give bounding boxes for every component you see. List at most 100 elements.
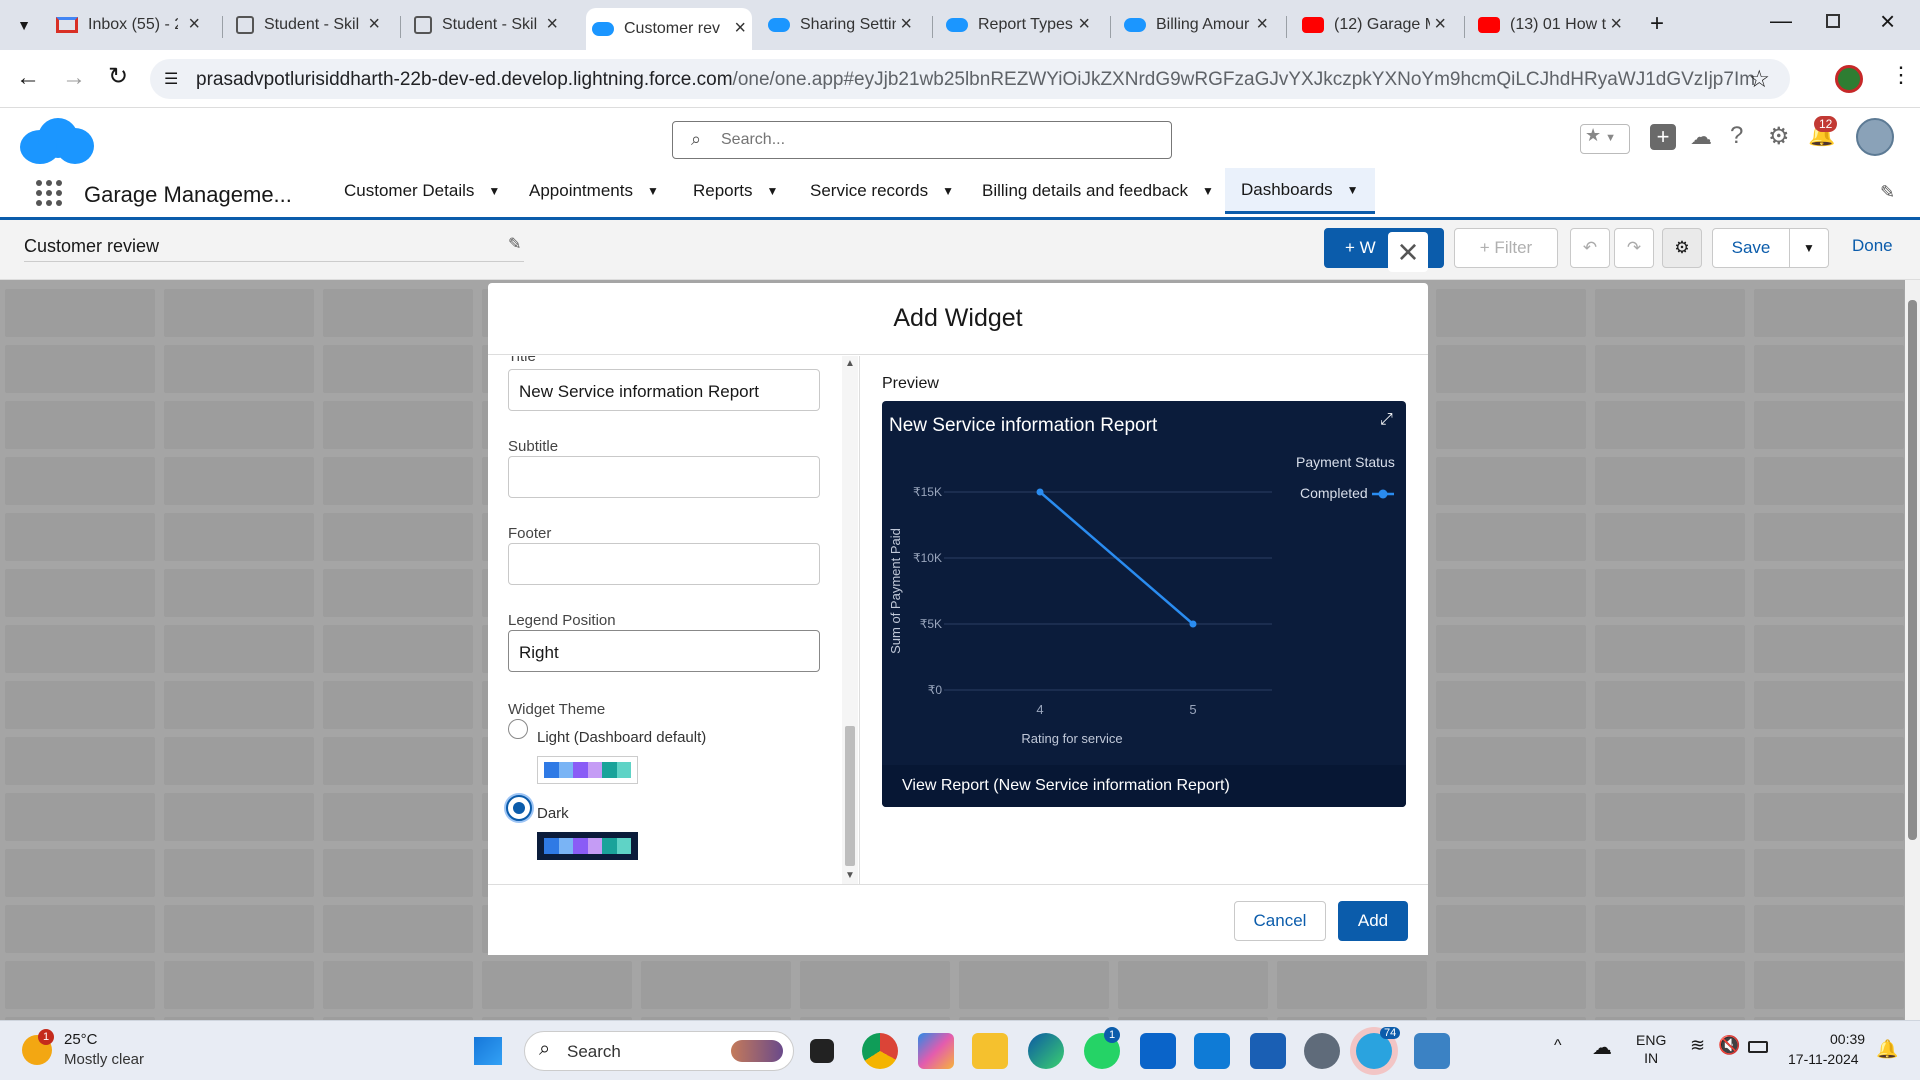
add-filter-button[interactable]: + Filter (1454, 228, 1558, 268)
close-icon[interactable]: × (1078, 13, 1090, 36)
edit-title-icon[interactable]: ✎ (508, 234, 521, 254)
window-close-icon[interactable]: × (1880, 6, 1895, 37)
undo-button[interactable]: ↶ (1570, 228, 1610, 268)
close-icon[interactable]: × (1256, 13, 1268, 36)
profile-avatar[interactable] (1835, 65, 1863, 93)
page-scrollbar[interactable] (1905, 280, 1920, 1020)
nav-appointments[interactable]: Appointments ▼ (529, 168, 659, 214)
theme-light-label[interactable]: Light (Dashboard default) (537, 729, 706, 746)
add-button[interactable]: Add (1338, 901, 1408, 941)
title-input[interactable]: New Service information Report (508, 369, 820, 411)
browser-tab[interactable]: Billing Amour × (1124, 8, 1274, 42)
close-icon[interactable]: × (734, 17, 746, 40)
browser-tab[interactable]: Student - Skil × (414, 8, 564, 42)
theme-light-radio[interactable] (508, 719, 528, 739)
save-button[interactable]: Save (1712, 228, 1790, 268)
nav-customer-details[interactable]: Customer Details ▼ (344, 168, 500, 214)
close-icon[interactable]: × (188, 13, 200, 36)
global-search-input[interactable]: ⌕ Search... (672, 121, 1172, 159)
browser-tab[interactable]: Student - Skil × (236, 8, 386, 42)
new-tab-button[interactable]: + (1650, 10, 1664, 38)
favorites-button[interactable]: ★ ▼ (1580, 124, 1630, 154)
site-info-icon[interactable]: ☰ (164, 69, 178, 89)
view-report-link[interactable]: View Report (New Service information Rep… (882, 765, 1406, 807)
browser-tab[interactable]: (13) 01 How t × (1478, 8, 1628, 42)
minimize-icon[interactable]: — (1770, 8, 1792, 34)
restore-icon[interactable] (1826, 14, 1840, 28)
chrome-icon[interactable] (862, 1033, 898, 1069)
onedrive-icon[interactable]: ☁ (1592, 1035, 1612, 1060)
browser-tab-active[interactable]: Customer rev × (586, 8, 752, 50)
battery-icon[interactable] (1748, 1041, 1768, 1053)
user-avatar[interactable] (1856, 118, 1894, 156)
browser-tab[interactable]: Inbox (55) - 2 × (56, 8, 206, 42)
nav-billing-details[interactable]: Billing details and feedback ▼ (982, 168, 1214, 214)
nav-reports[interactable]: Reports ▼ (693, 168, 778, 214)
app-launcher-icon[interactable] (36, 180, 62, 206)
file-explorer-icon[interactable] (972, 1033, 1008, 1069)
close-icon[interactable]: × (900, 13, 912, 36)
chevron-down-icon[interactable]: ▼ (1347, 183, 1359, 197)
browser-tab[interactable]: (12) Garage M × (1302, 8, 1452, 42)
browser-tab[interactable]: Sharing Settin × (768, 8, 918, 42)
chevron-down-icon[interactable]: ▼ (647, 184, 659, 198)
weather-desc[interactable]: Mostly clear (64, 1051, 144, 1068)
edge-icon[interactable] (1028, 1033, 1064, 1069)
wifi-icon[interactable]: ≋ (1690, 1035, 1705, 1056)
app-icon[interactable] (1194, 1033, 1230, 1069)
close-icon[interactable]: × (1610, 13, 1622, 36)
chevron-down-icon[interactable]: ▼ (767, 184, 779, 198)
nav-service-records[interactable]: Service records ▼ (810, 168, 954, 214)
chevron-up-icon[interactable]: ^ (1554, 1037, 1562, 1055)
start-icon[interactable] (474, 1037, 502, 1065)
taskbar-search[interactable]: ⌕ Search (524, 1031, 794, 1071)
setup-gear-icon[interactable]: ⚙ (1768, 122, 1790, 151)
legend-position-select[interactable]: Right (508, 630, 820, 672)
chevron-down-icon[interactable]: ▼ (488, 184, 500, 198)
notification-center-icon[interactable]: 🔔 (1876, 1039, 1898, 1060)
chevron-down-icon[interactable]: ▼ (942, 184, 954, 198)
forward-icon[interactable]: → (62, 64, 86, 92)
theme-dark-radio[interactable] (506, 795, 532, 821)
clock-time[interactable]: 00:39 (1830, 1031, 1865, 1047)
outlook-icon[interactable] (1140, 1033, 1176, 1069)
edit-nav-icon[interactable]: ✎ (1880, 182, 1895, 203)
save-menu-button[interactable]: ▼ (1789, 228, 1829, 268)
properties-button[interactable]: ⚙ (1662, 228, 1702, 268)
theme-dark-swatch[interactable] (537, 832, 638, 860)
reload-icon[interactable]: ↻ (108, 62, 128, 91)
browser-menu-icon[interactable]: ⋮ (1890, 62, 1912, 88)
subtitle-input[interactable] (508, 456, 820, 498)
help-icon[interactable]: ? (1730, 122, 1743, 150)
salesforce-logo[interactable] (20, 118, 94, 170)
close-icon[interactable]: × (546, 13, 558, 36)
close-icon[interactable]: × (1434, 13, 1446, 36)
settings-icon[interactable] (1304, 1033, 1340, 1069)
weather-temp[interactable]: 25°C (64, 1031, 98, 1048)
close-icon[interactable]: × (368, 13, 380, 36)
browser-tab[interactable]: Report Types × (946, 8, 1096, 42)
tab-search-button[interactable]: ▼ (8, 10, 40, 40)
dashboard-title[interactable]: Customer review (24, 236, 524, 262)
back-icon[interactable]: ← (16, 64, 40, 92)
notepad-icon[interactable] (1414, 1033, 1450, 1069)
cancel-button[interactable]: Cancel (1234, 901, 1326, 941)
chevron-down-icon[interactable]: ▼ (1202, 184, 1214, 198)
remote-desktop-icon[interactable] (1250, 1033, 1286, 1069)
add-icon[interactable]: + (1650, 124, 1676, 150)
clock-date[interactable]: 17-11-2024 (1788, 1051, 1859, 1067)
nav-dashboards[interactable]: Dashboards ▼ (1225, 168, 1375, 214)
trailhead-icon[interactable]: ☁ (1690, 124, 1712, 150)
expand-icon[interactable]: ⤢ (1380, 411, 1393, 429)
mute-icon[interactable]: 🔇 (1718, 1035, 1740, 1056)
copilot-icon[interactable] (918, 1033, 954, 1069)
form-scrollbar[interactable]: ▲ ▼ (842, 356, 858, 884)
modal-close-button[interactable]: × (1388, 231, 1428, 272)
url-field[interactable]: ☰ prasadvpotlurisiddharth-22b-dev-ed.dev… (150, 59, 1790, 99)
language-indicator[interactable]: ENG IN (1636, 1031, 1666, 1067)
theme-light-swatch[interactable] (537, 756, 638, 784)
footer-input[interactable] (508, 543, 820, 585)
theme-dark-label[interactable]: Dark (537, 805, 569, 822)
task-view-icon[interactable] (810, 1039, 834, 1063)
done-button[interactable]: Done (1852, 236, 1893, 256)
